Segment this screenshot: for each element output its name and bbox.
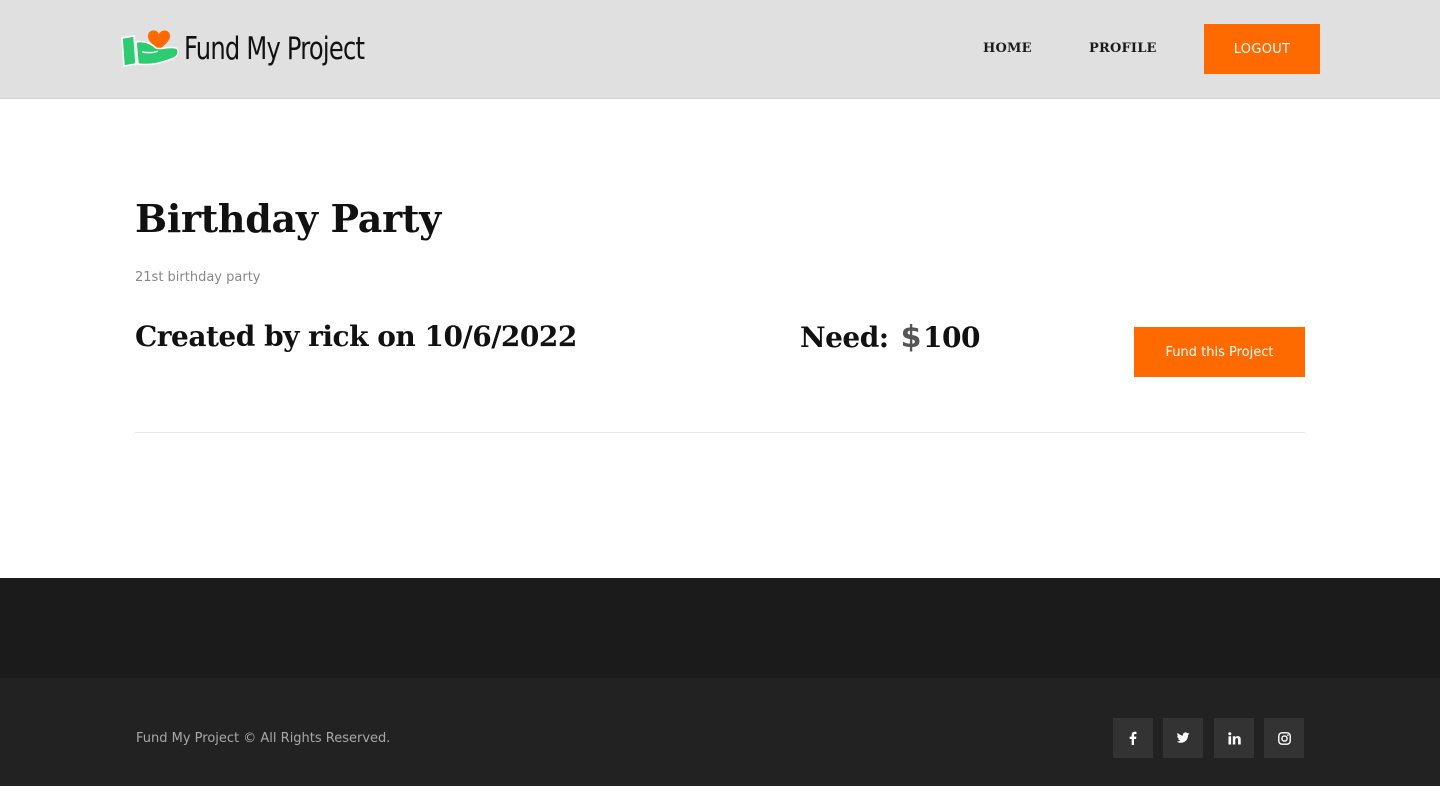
facebook-button[interactable] — [1113, 718, 1153, 758]
project-title: Birthday Party — [135, 196, 441, 241]
instagram-button[interactable] — [1264, 718, 1304, 758]
dollar-icon: $ — [900, 320, 922, 355]
nav-profile-link[interactable]: PROFILE — [1089, 41, 1157, 56]
project-created-info: Created by rick on 10/6/2022 — [135, 320, 577, 353]
facebook-icon — [1129, 731, 1137, 745]
linkedin-icon — [1227, 731, 1241, 744]
need-label: Need: — [800, 321, 889, 354]
twitter-icon — [1176, 732, 1190, 743]
instagram-icon — [1277, 731, 1291, 745]
project-need: Need: $ 100 — [800, 320, 980, 355]
logo-text: Fund My Project — [184, 31, 365, 67]
footer-top — [0, 578, 1440, 678]
twitter-button[interactable] — [1163, 718, 1203, 758]
need-amount: 100 — [923, 321, 980, 354]
nav-home-link[interactable]: HOME — [983, 41, 1032, 56]
page-bottom-edge — [0, 786, 1440, 795]
fund-project-button[interactable]: Fund this Project — [1134, 327, 1305, 377]
site-logo[interactable]: Fund My Project — [118, 26, 415, 72]
copyright-text: Fund My Project © All Rights Reserved. — [136, 731, 391, 746]
linkedin-button[interactable] — [1214, 718, 1254, 758]
site-header: Fund My Project HOME PROFILE LOGOUT — [0, 0, 1440, 99]
logout-button[interactable]: LOGOUT — [1204, 24, 1320, 74]
project-description: 21st birthday party — [135, 270, 261, 285]
content-divider — [135, 432, 1305, 433]
hand-heart-icon — [121, 30, 179, 67]
